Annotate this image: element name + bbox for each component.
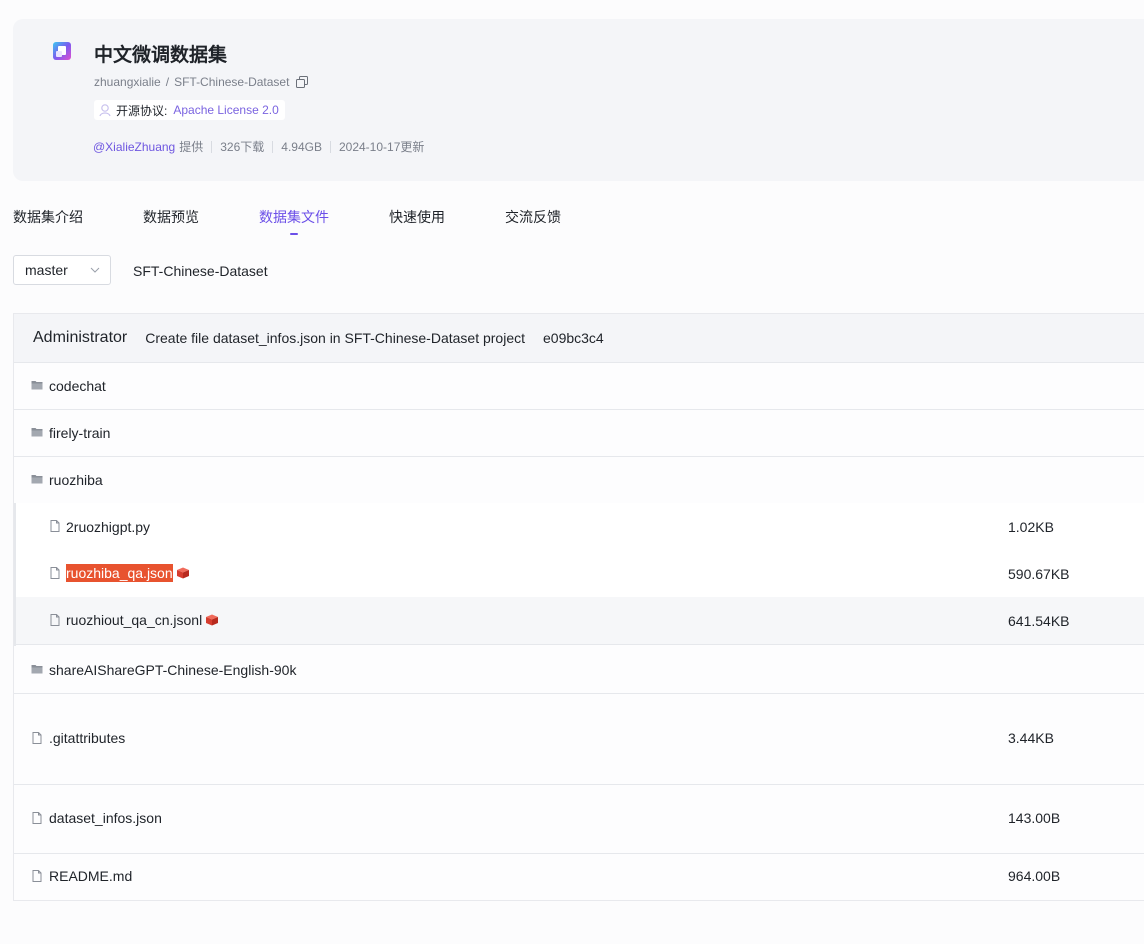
meta-divider: [211, 140, 213, 153]
file-name[interactable]: README.md: [49, 868, 132, 884]
dataset-meta: @XialieZhuang 提供 326下载 4.94GB 2024-10-17…: [93, 138, 424, 155]
folder-icon: [31, 428, 43, 437]
table-row[interactable]: ruozhiout_qa_cn.jsonl 641.54KB: [16, 597, 1144, 645]
license-icon: [99, 104, 111, 117]
folder-name[interactable]: ruozhiba: [49, 472, 103, 488]
lfs-box-icon: [176, 567, 189, 579]
meta-divider: [272, 140, 274, 153]
file-name[interactable]: 2ruozhigpt.py: [66, 519, 150, 535]
download-count: 326下载: [220, 140, 265, 154]
file-icon: [50, 520, 60, 532]
table-row[interactable]: dataset_infos.json 143.00B: [14, 784, 1144, 854]
latest-commit-bar: Administrator Create file dataset_infos.…: [14, 314, 1144, 363]
license-badge: 开源协议: Apache License 2.0: [94, 100, 285, 120]
file-size: 641.54KB: [1008, 613, 1070, 629]
path-separator: /: [165, 75, 170, 89]
repo-name: SFT-Chinese-Dataset: [174, 75, 290, 89]
file-name[interactable]: dataset_infos.json: [49, 810, 162, 826]
dataset-logo: [53, 42, 71, 60]
commit-hash[interactable]: e09bc3c4: [543, 330, 604, 346]
folder-name[interactable]: shareAIShareGPT-Chinese-English-90k: [49, 662, 296, 678]
dataset-title: 中文微调数据集: [94, 45, 228, 66]
table-row[interactable]: README.md 964.00B: [14, 853, 1144, 900]
table-row[interactable]: .gitattributes 3.44KB: [14, 693, 1144, 785]
file-icon: [32, 732, 42, 744]
file-name[interactable]: ruozhiout_qa_cn.jsonl: [66, 612, 202, 628]
folder-icon: [31, 381, 43, 390]
folder-name[interactable]: codechat: [49, 378, 106, 394]
table-row[interactable]: ruozhiba_qa.json 590.67KB: [16, 550, 1144, 598]
dataset-size: 4.94GB: [281, 139, 322, 154]
branch-value: master: [25, 262, 68, 278]
commit-author: Administrator: [33, 329, 128, 346]
table-row[interactable]: codechat: [14, 362, 1144, 410]
table-row[interactable]: firely-train: [14, 409, 1144, 457]
license-label: 开源协议:: [116, 103, 168, 118]
folder-icon: [31, 665, 43, 674]
file-size: 1.02KB: [1008, 519, 1054, 535]
file-table: Administrator Create file dataset_infos.…: [13, 313, 1144, 901]
dataset-path: zhuangxialie / SFT-Chinese-Dataset: [94, 75, 309, 89]
file-name-link[interactable]: ruozhiba_qa.json: [66, 564, 190, 582]
file-icon: [50, 614, 60, 626]
provided-label: 提供: [179, 140, 204, 154]
ruozhiba-children: 2ruozhigpt.py 1.02KB ruozhiba_qa.json 59…: [14, 503, 1144, 646]
update-date: 2024-10-17更新: [338, 140, 425, 154]
tab-preview[interactable]: 数据预览: [143, 207, 199, 227]
file-name[interactable]: .gitattributes: [49, 730, 125, 746]
folder-name[interactable]: firely-train: [49, 425, 110, 441]
table-row[interactable]: 2ruozhigpt.py 1.02KB: [16, 503, 1144, 551]
copy-icon[interactable]: [296, 76, 309, 88]
owner-link[interactable]: zhuangxialie: [94, 75, 161, 89]
branch-select[interactable]: master: [13, 255, 111, 285]
file-size: 143.00B: [1008, 810, 1061, 826]
file-size: 590.67KB: [1008, 566, 1070, 582]
meta-divider: [329, 140, 331, 153]
file-icon: [32, 812, 42, 824]
file-icon: [32, 870, 42, 882]
tab-intro[interactable]: 数据集介绍: [13, 207, 83, 227]
dataset-header-card: 中文微调数据集 zhuangxialie / SFT-Chinese-Datas…: [13, 19, 1144, 181]
folder-open-icon: [31, 475, 43, 484]
tab-feedback[interactable]: 交流反馈: [505, 207, 561, 227]
table-row[interactable]: shareAIShareGPT-Chinese-English-90k: [14, 646, 1144, 694]
file-size: 3.44KB: [1008, 730, 1054, 746]
tab-quick-use[interactable]: 快速使用: [389, 207, 445, 227]
commit-message[interactable]: Create file dataset_infos.json in SFT-Ch…: [145, 330, 525, 346]
highlighted-file-name[interactable]: ruozhiba_qa.json: [66, 564, 173, 582]
breadcrumb: SFT-Chinese-Dataset: [133, 263, 268, 279]
license-link[interactable]: Apache License 2.0: [173, 103, 278, 117]
file-size: 964.00B: [1008, 868, 1061, 884]
lfs-box-icon: [206, 614, 219, 626]
file-icon: [50, 567, 60, 579]
chevron-down-icon: [90, 267, 100, 273]
table-row[interactable]: ruozhiba: [14, 456, 1144, 504]
author-link[interactable]: @XialieZhuang: [93, 140, 175, 154]
tab-files[interactable]: 数据集文件: [259, 207, 329, 235]
file-name-link[interactable]: ruozhiout_qa_cn.jsonl: [66, 612, 219, 628]
